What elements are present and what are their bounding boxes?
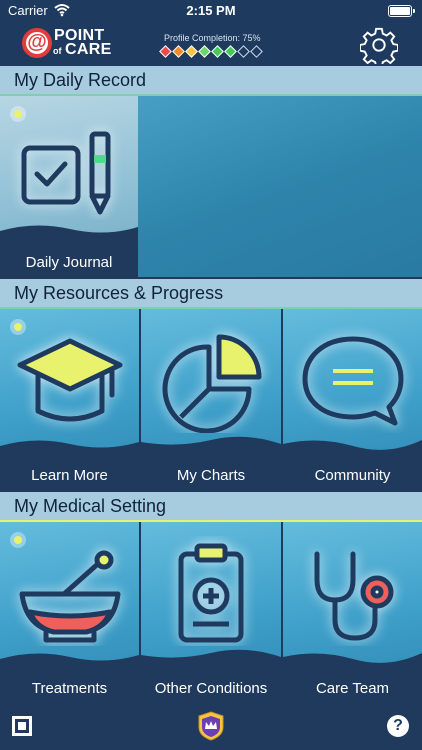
graduation-cap-icon [17,338,123,422]
speech-bubble-icon [302,336,404,426]
battery-icon [388,5,415,17]
tile-label-learn-more: Learn More [31,467,108,484]
section-header-daily-record: My Daily Record [0,66,422,94]
completion-diamond [211,45,224,58]
logo-of-text: of [53,46,62,56]
profile-completion-indicator [159,45,263,58]
tile-label-my-charts: My Charts [176,467,246,484]
completion-diamond [185,45,198,58]
completion-diamond [159,45,172,58]
clock: 2:15 PM [186,3,236,18]
logo-at-mark: @ [27,31,47,53]
completion-diamond [198,45,211,58]
status-bar: Carrier 2:15 PM [0,0,422,22]
qr-code-icon[interactable] [12,716,32,736]
profile-completion-label: Profile Completion: 75% [164,33,261,43]
section-header-medical-setting: My Medical Setting [0,492,422,520]
checkbox-pencil-icon [21,131,111,215]
clipboard-medical-icon [178,543,244,643]
pie-chart-icon [162,334,262,433]
tile-label-community: Community [314,467,391,484]
tile-community[interactable]: Community [283,309,422,490]
help-button[interactable]: ? [387,715,409,737]
section-header-resources: My Resources & Progress [0,279,422,307]
completion-diamond [172,45,185,58]
tile-treatments[interactable]: Treatments [0,522,139,703]
mortar-pestle-icon [19,550,121,643]
completion-diamond [250,45,263,58]
tile-label-care-team: Care Team [315,680,390,697]
tile-care-team[interactable]: Care Team [283,522,422,703]
tile-label-treatments: Treatments [31,680,108,697]
bottom-toolbar: ? [0,703,422,750]
tile-daily-journal[interactable]: Daily Journal [0,96,138,277]
logo-care-text: CARE [65,41,112,58]
tile-label-other-conditions: Other Conditions [154,680,268,697]
completion-diamond [224,45,237,58]
completion-diamond [237,45,250,58]
crown-badge-icon[interactable] [198,711,224,741]
stethoscope-icon [314,551,394,641]
tile-other-conditions[interactable]: Other Conditions [141,522,281,703]
gear-icon[interactable] [360,26,398,64]
app-header: @ POINT of CARE Profile Completion: 75% [0,22,422,66]
tile-learn-more[interactable]: Learn More [0,309,139,490]
tile-my-charts[interactable]: My Charts [141,309,281,490]
tile-label-daily-journal: Daily Journal [25,254,113,271]
